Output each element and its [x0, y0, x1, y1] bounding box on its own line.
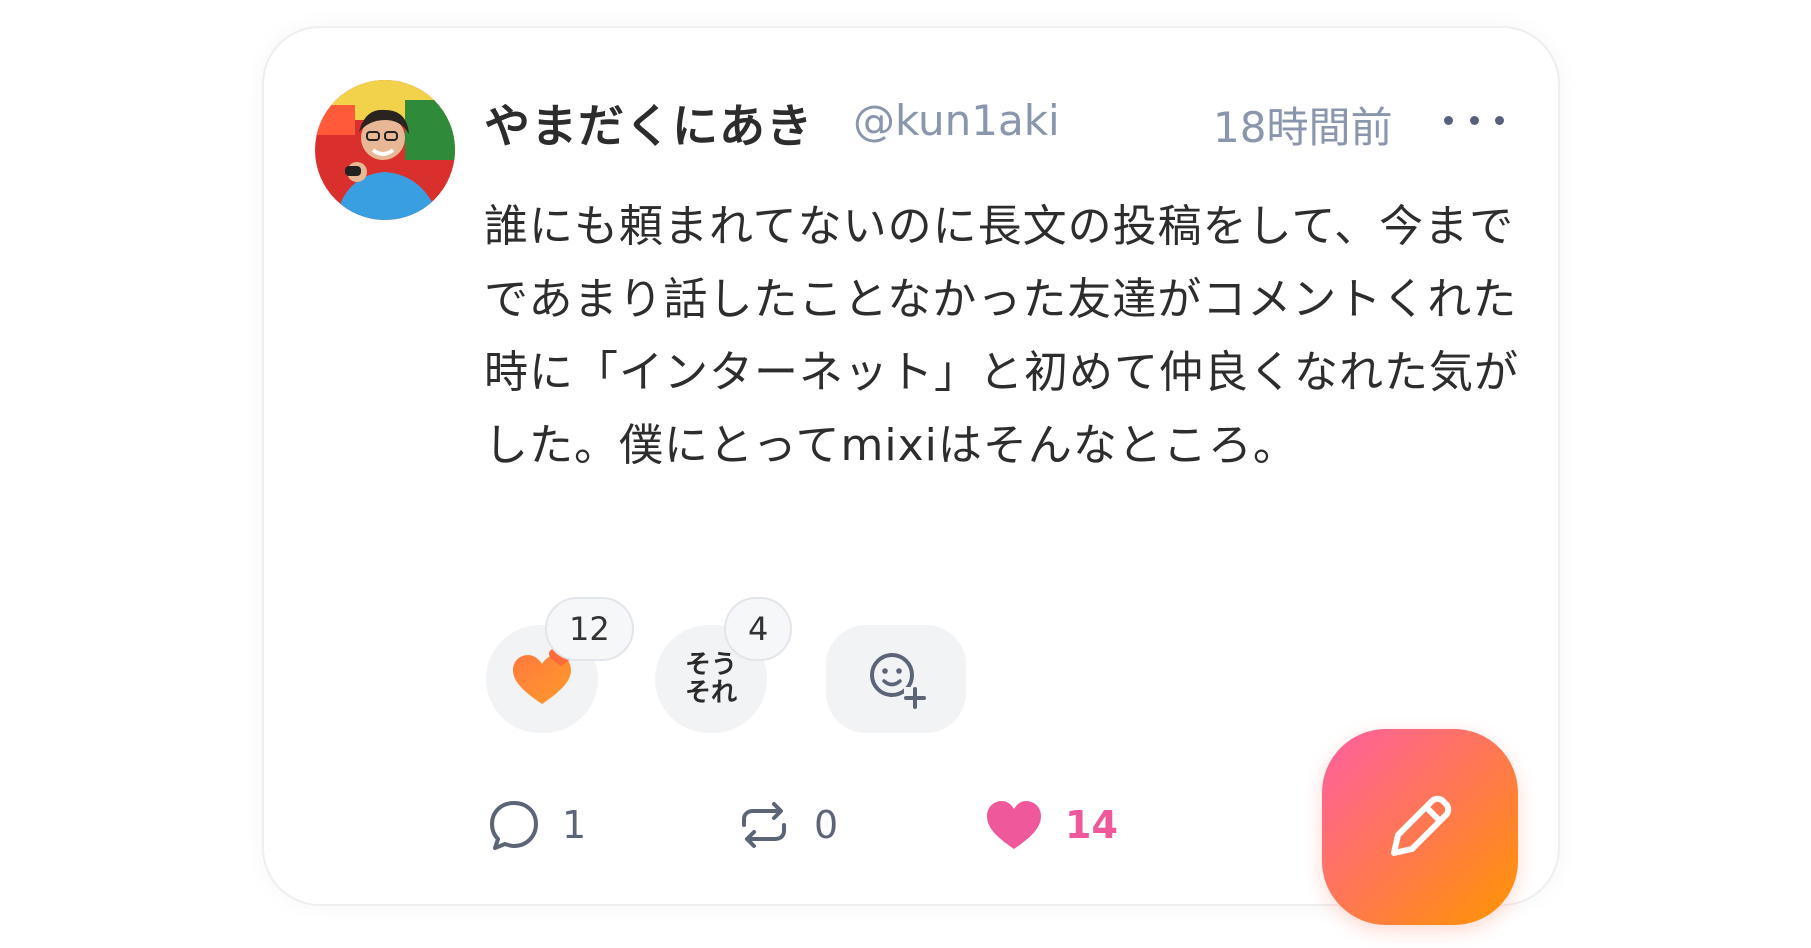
comment-button[interactable]: 1	[486, 795, 586, 855]
avatar[interactable]	[315, 80, 455, 220]
post-timestamp: 18時間前	[1213, 103, 1393, 152]
sou-sore-sticker-icon: そう それ	[685, 651, 737, 707]
post-body: 誰にも頼まれてないのに長文の投稿をして、今までであまり話したことなかった友達がコ…	[484, 201, 1519, 471]
add-reaction-icon	[870, 653, 926, 709]
comment-icon	[490, 801, 538, 850]
add-reaction-button[interactable]	[826, 625, 966, 733]
like-count: 14	[1065, 803, 1118, 847]
like-button[interactable]: 14	[983, 795, 1118, 855]
author-handle[interactable]: @kun1aki	[853, 96, 1060, 145]
compose-button[interactable]	[1322, 729, 1518, 925]
repost-count: 0	[814, 803, 839, 847]
more-icon[interactable]	[1444, 100, 1504, 140]
reaction-count-sou-sore: 4	[724, 597, 793, 661]
author-name[interactable]: やまだくにあき	[484, 90, 813, 156]
repost-button[interactable]: 0	[734, 795, 838, 855]
sticker-line-2: それ	[684, 678, 737, 708]
sticker-line-1: そう	[684, 650, 737, 680]
reaction-count-heart: 12	[545, 597, 634, 661]
pencil-icon	[1391, 795, 1452, 856]
repost-icon	[742, 802, 786, 848]
comment-count: 1	[562, 803, 587, 847]
heart-icon	[987, 801, 1041, 849]
